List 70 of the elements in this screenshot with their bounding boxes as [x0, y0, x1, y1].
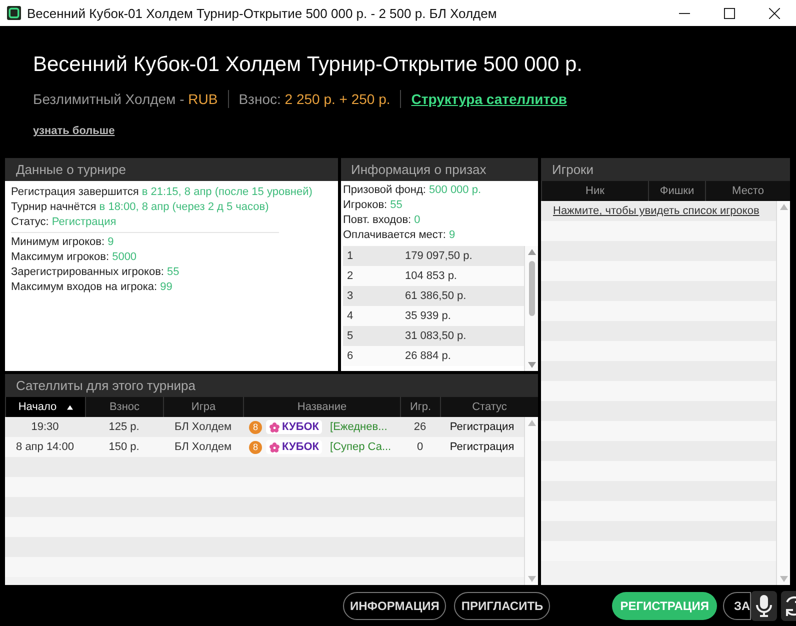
panel-header: Игроки — [541, 158, 790, 181]
scroll-up-icon[interactable] — [528, 249, 536, 255]
cup-logo: КУБОК — [266, 440, 322, 454]
panel-header: Данные о турнире — [5, 158, 338, 181]
prize-amount-cell: 179 097,50 р. — [405, 250, 472, 262]
prize-amount-cell: 104 853 р. — [405, 270, 457, 282]
flower-icon — [269, 422, 280, 432]
scroll-down-icon[interactable] — [528, 362, 536, 368]
table-cell-text: Регистрация — [448, 441, 516, 453]
scrollbar[interactable] — [776, 201, 790, 585]
scroll-up-icon[interactable] — [780, 204, 788, 210]
table-cell-text: 26 — [412, 421, 428, 433]
cup-logo: КУБОК — [266, 420, 322, 434]
info-line: Повт. входов: 0 — [343, 213, 422, 228]
satellite-name[interactable]: [Ежеднев... — [330, 421, 388, 433]
close-icon[interactable] — [769, 8, 780, 18]
place-cell-text: 5 — [346, 330, 354, 342]
level-badge: 8 — [249, 440, 262, 454]
place-cell-text: 4 — [346, 310, 354, 322]
scroll-up-icon[interactable] — [528, 420, 536, 426]
info-line: Статус: Регистрация — [11, 215, 118, 230]
place-cell-text: 6 — [346, 350, 354, 362]
info-line: Максимум входов на игрока: 99 — [11, 280, 174, 295]
learn-more-link[interactable]: узнать больше — [33, 125, 115, 137]
buyin-text: Взнос: 2 250 р. + 250 р. — [238, 91, 390, 107]
table-cell-text: 150 р. — [108, 441, 140, 453]
scrollbar[interactable] — [524, 417, 538, 585]
game-type: Безлимитный Холдем - RUB — [33, 91, 218, 107]
table-cell-text: 19:30 — [30, 421, 60, 433]
sort-ascending-icon — [66, 404, 73, 410]
microphone-icon[interactable] — [751, 590, 778, 620]
place-cell-text: 3 — [346, 290, 354, 302]
info-line: Зарегистрированных игроков: 55 — [11, 265, 180, 280]
app-icon — [7, 6, 21, 20]
prize-amount-cell: 31 083,50 р. — [405, 330, 466, 342]
info-line: Призовой фонд: 500 000 р. — [343, 183, 482, 198]
prize-amount-cell: 26 884 р. — [405, 350, 451, 362]
action-button[interactable]: ИНФОРМАЦИЯ — [343, 592, 446, 620]
info-line: Максимум игроков: 5000 — [11, 250, 138, 265]
table-cell-text: БЛ Холдем — [173, 421, 233, 433]
table-cell-text: 0 — [416, 441, 424, 453]
table-cell-text: Регистрация — [448, 421, 516, 433]
scroll-down-icon[interactable] — [780, 576, 788, 582]
window-title: Весенний Кубок-01 Холдем Турнир-Открытие 500 000 р. - 2 500 р. БЛ Холдем — [27, 6, 497, 20]
panel-header: Информация о призах — [341, 158, 538, 181]
table-cell-text: 8 апр 14:00 — [15, 441, 75, 453]
scrollbar[interactable] — [524, 246, 538, 371]
panel-header: Сателлиты для этого турнира — [5, 374, 538, 397]
info-line: Игроков: 55 — [343, 198, 404, 213]
level-badge: 8 — [249, 420, 262, 434]
prize-amount-cell: 61 386,50 р. — [405, 290, 466, 302]
satellite-structure-link[interactable]: Структура сателлитов — [411, 91, 568, 107]
info-line: Турнир начнётся в 18:00, 8 апр (через 2 д 5 часов) — [11, 200, 270, 215]
table-cell-text: 125 р. — [108, 421, 140, 433]
satellite-name[interactable]: [Супер Са... — [330, 441, 392, 453]
info-line: Минимум игроков: 9 — [11, 235, 115, 250]
place-cell-text: 2 — [346, 270, 354, 282]
action-button[interactable]: ЗА — [722, 592, 752, 620]
flower-icon — [269, 442, 280, 452]
info-line: Оплачивается мест: 9 — [343, 228, 456, 243]
table-cell-text: БЛ Холдем — [173, 441, 233, 453]
prize-amount-cell: 35 939 р. — [405, 310, 451, 322]
scroll-thumb[interactable] — [528, 261, 534, 316]
maximize-icon[interactable] — [724, 8, 735, 18]
column-header[interactable]: Начало — [5, 397, 85, 417]
tournament-title: Весенний Кубок-01 Холдем Турнир-Открытие 500 000 р. — [33, 52, 584, 78]
info-line: Регистрация завершится в 21:15, 8 апр (после 15 уровней) — [11, 185, 314, 200]
action-button[interactable]: ПРИГЛАСИТЬ — [454, 592, 550, 620]
scroll-down-icon[interactable] — [528, 576, 536, 582]
place-cell-text: 1 — [346, 250, 354, 262]
